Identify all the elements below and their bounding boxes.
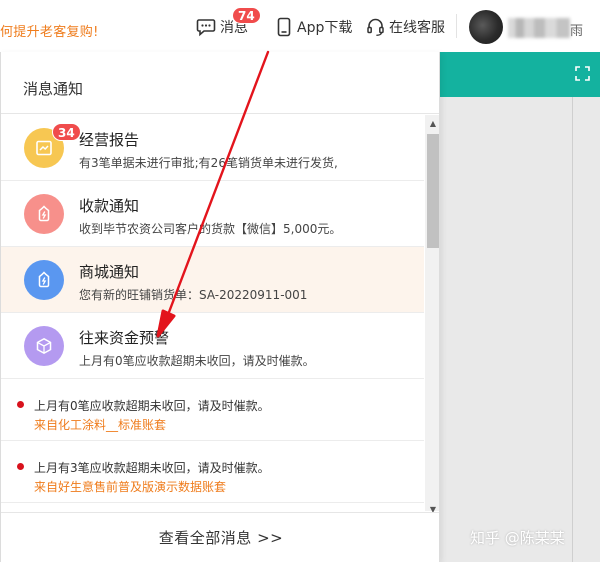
card-title: 往来资金预警 (79, 329, 170, 347)
page-divider (572, 97, 573, 562)
top-bar: 何提升老客复购! 消息 74 App下载 在线客服 雨 (0, 0, 600, 52)
watermark: 知乎 @陈某某 (470, 529, 565, 547)
warning-dot (17, 463, 24, 470)
mall-icon-circle (24, 260, 64, 300)
warning-text: 上月有3笔应收款超期未收回，请及时催款。 (34, 461, 270, 475)
card-title: 商城通知 (79, 263, 140, 281)
card-description: 收到毕节农资公司客户的货款【微信】5,000元。 (79, 222, 342, 236)
panel-footer: 查看全部消息 >> (1, 512, 439, 562)
message-card-payment[interactable]: 收款通知 收到毕节农资公司客户的货款【微信】5,000元。 (1, 181, 424, 247)
warning-item[interactable]: 上月有0笔应收款超期未收回，请及时催款。 来自化工涂料__标准账套 (1, 379, 424, 441)
messages-count-badge: 74 (232, 7, 261, 24)
card-description: 上月有0笔应收款超期未收回，请及时催款。 (79, 354, 315, 368)
warning-source-link[interactable]: 来自好生意售前普及版演示数据账套 (34, 478, 226, 495)
payment-icon-circle (24, 194, 64, 234)
warning-source-link[interactable]: 来自化工涂料__标准账套 (34, 416, 166, 433)
card-description: 您有新的旺铺销货单：SA-20220911-001 (79, 288, 308, 302)
panel-header: 消息通知 (1, 52, 439, 114)
message-card-business-report[interactable]: 34 经营报告 有3笔单据未进行审批;有26笔销货单未进行发货, (1, 115, 424, 181)
headset-icon (367, 18, 384, 36)
report-icon (36, 140, 52, 156)
app-download-label: App下载 (297, 20, 353, 36)
promo-banner-text[interactable]: 何提升老客复购! (0, 21, 99, 40)
box-icon (36, 337, 52, 355)
message-icon (196, 19, 216, 37)
warning-text: 上月有0笔应收款超期未收回，请及时催款。 (34, 399, 270, 413)
phone-icon (277, 17, 291, 37)
warning-item[interactable]: 上月有3笔应收款超期未收回，请及时催款。 来自好生意售前普及版演示数据账套 (1, 441, 424, 503)
topbar-divider (456, 14, 457, 38)
message-card-fund-warning[interactable]: 往来资金预警 上月有0笔应收款超期未收回，请及时催款。 (1, 313, 424, 379)
card-title: 收款通知 (79, 197, 140, 215)
panel-title: 消息通知 (23, 80, 84, 98)
message-list[interactable]: 34 经营报告 有3笔单据未进行审批;有26笔销货单未进行发货, 收款通知 收到… (1, 115, 424, 511)
message-notification-panel: 消息通知 34 经营报告 有3笔单据未进行审批;有26笔销货单未进行发货, 收款… (0, 52, 440, 562)
app-download-button[interactable]: App下载 (275, 16, 352, 38)
user-avatar[interactable] (469, 10, 503, 44)
blurred-user-name[interactable] (508, 18, 570, 38)
card-title: 经营报告 (79, 131, 140, 149)
box-icon-circle (24, 326, 64, 366)
mall-icon (38, 271, 50, 288)
user-name-tail: 雨 (570, 24, 584, 39)
online-service-label: 在线客服 (389, 20, 445, 36)
payment-icon (38, 205, 50, 222)
fullscreen-icon[interactable] (575, 66, 590, 81)
message-card-mall[interactable]: 商城通知 您有新的旺铺销货单：SA-20220911-001 (1, 247, 424, 313)
card-description: 有3笔单据未进行审批;有26笔销货单未进行发货, (79, 156, 338, 170)
warning-dot (17, 401, 24, 408)
report-count-badge: 34 (52, 123, 81, 141)
scrollbar-thumb[interactable] (427, 134, 439, 248)
online-service-button[interactable]: 在线客服 (366, 16, 445, 38)
view-all-messages-link[interactable]: 查看全部消息 >> (159, 527, 283, 548)
scroll-up-arrow-icon[interactable]: ▲ (425, 115, 439, 131)
